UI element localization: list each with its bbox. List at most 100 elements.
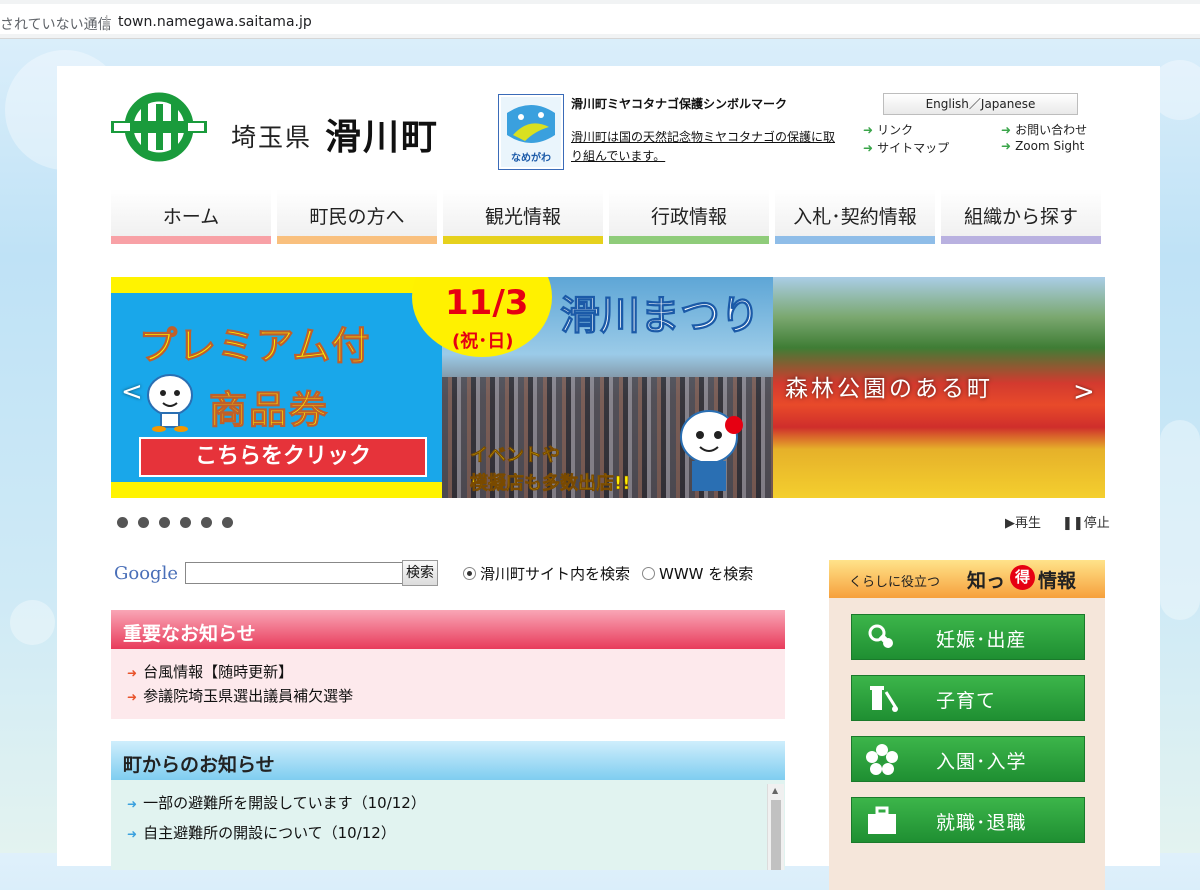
scroll-thumb[interactable] xyxy=(771,800,781,870)
notice-text: 自主避難所の開設について（10/12） xyxy=(143,824,396,842)
green-arrow-icon: ➜ xyxy=(863,141,874,155)
pacifier-icon xyxy=(868,624,893,648)
symbol-logo-text: なめがわ xyxy=(511,151,551,164)
url-text[interactable]: town.namegawa.saitama.jp xyxy=(118,14,312,30)
briefcase-icon xyxy=(868,806,896,834)
notice-item[interactable]: ➜ 自主避難所の開設について（10/12） xyxy=(127,822,396,843)
sitemap-label: サイトマップ xyxy=(877,141,950,155)
radio-www-label: WWW を検索 xyxy=(659,565,754,583)
festival-dow: (祝･日) xyxy=(452,331,514,352)
contact-nav-item[interactable]: ➜ お問い合わせ xyxy=(1001,121,1087,138)
slider-dot[interactable] xyxy=(138,517,149,528)
town-notices-list[interactable]: ➜ 一部の避難所を開設しています（10/12） ➜ 自主避難所の開設について（10/… xyxy=(111,780,785,870)
bg-bubble xyxy=(1160,420,1200,620)
employment-button[interactable]: 就職･退職 xyxy=(851,797,1085,843)
red-arrow-icon: ➜ xyxy=(127,666,138,680)
security-indicator[interactable]: されていない通信 xyxy=(0,14,112,34)
slider-dot[interactable] xyxy=(117,517,128,528)
nav-color-bar xyxy=(277,236,437,244)
life-info-pre: くらしに役立つ xyxy=(849,575,941,590)
nav-color-bar xyxy=(443,236,603,244)
scroll-up-icon[interactable]: ▲ xyxy=(772,786,778,795)
life-info-toku-badge: 得 xyxy=(1010,565,1035,590)
zoom-sight-nav-item[interactable]: ➜ Zoom Sight xyxy=(1001,139,1084,153)
festival-date: 11/3 xyxy=(445,283,529,323)
nav-tourism-label: 観光情報 xyxy=(484,206,561,228)
google-logo: Google xyxy=(114,563,178,584)
page-container: 埼玉県 滑川町 なめがわ 滑川町ミヤコタナゴ保護シンボルマーク 滑川町は国の天然… xyxy=(57,66,1160,890)
nav-organization[interactable]: 組織から探す xyxy=(941,189,1101,244)
search-button[interactable]: 検索 xyxy=(402,560,438,586)
town-name[interactable]: 滑川町 xyxy=(325,108,439,160)
notice-text: 参議院埼玉県選出議員補欠選挙 xyxy=(143,687,354,705)
link-label: リンク xyxy=(877,123,914,137)
nav-color-bar xyxy=(609,236,769,244)
slider-play-button[interactable]: ▶再生 xyxy=(1005,512,1041,531)
notice-item[interactable]: ➜ 参議院埼玉県選出議員補欠選挙 xyxy=(127,685,353,706)
life-info-joho: 情報 xyxy=(1038,570,1077,592)
radio-site-label: 滑川町サイト内を検索 xyxy=(480,565,631,583)
slider-stop-button[interactable]: ❚❚停止 xyxy=(1062,512,1110,531)
town-notices-header: 町からのお知らせ xyxy=(111,741,785,780)
festival-sub2: 模擬店も多数出店!! xyxy=(470,473,631,495)
important-notices-header: 重要なお知らせ xyxy=(111,610,785,649)
nav-bidding[interactable]: 入札･契約情報 xyxy=(775,189,935,244)
festival-title: 滑川まつり xyxy=(560,293,761,340)
notice-item[interactable]: ➜ 台風情報【随時更新】 xyxy=(127,661,293,682)
pregnancy-birth-button[interactable]: 妊娠･出産 xyxy=(851,614,1085,660)
childcare-button[interactable]: 子育て xyxy=(851,675,1085,721)
slider-dot[interactable] xyxy=(180,517,191,528)
voucher-click-button[interactable]: こちらをクリック xyxy=(139,437,427,477)
address-divider: | xyxy=(104,12,110,31)
important-notices-list: ➜ 台風情報【随時更新】 ➜ 参議院埼玉県選出議員補欠選挙 xyxy=(111,649,785,719)
nav-administration-label: 行政情報 xyxy=(650,206,727,228)
nav-residents[interactable]: 町民の方へ xyxy=(277,189,437,244)
miyakotanago-symbol-icon[interactable]: なめがわ xyxy=(498,94,564,170)
slider-dot[interactable] xyxy=(222,517,233,528)
festival-sub1: イベントや xyxy=(470,445,561,467)
radio-unselected-icon xyxy=(642,567,655,580)
slide-namegawa-festival[interactable]: 11/3 (祝･日) 滑川まつり イベントや 模擬店も多数出店!! xyxy=(412,277,773,498)
notice-item[interactable]: ➜ 一部の避難所を開設しています（10/12） xyxy=(127,792,426,813)
childcare-label: 子育て xyxy=(936,690,997,712)
pregnancy-birth-label: 妊娠･出産 xyxy=(936,629,1027,651)
site-search-input[interactable] xyxy=(185,562,403,584)
language-toggle-button[interactable]: English／Japanese xyxy=(883,93,1078,115)
nav-residents-label: 町民の方へ xyxy=(309,206,405,228)
nav-bidding-label: 入札･契約情報 xyxy=(793,206,917,228)
link-nav-item[interactable]: ➜ リンク xyxy=(863,121,913,138)
notice-text: 一部の避難所を開設しています（10/12） xyxy=(143,794,426,812)
slider-dot[interactable] xyxy=(159,517,170,528)
green-arrow-icon: ➜ xyxy=(863,123,874,137)
mascot-icon xyxy=(147,374,193,432)
slider-dots xyxy=(117,513,243,532)
cherry-blossom-icon xyxy=(866,744,898,775)
school-entry-label: 入園･入学 xyxy=(936,751,1027,773)
radio-search-site[interactable]: 滑川町サイト内を検索 xyxy=(463,563,630,584)
address-field[interactable]: されていない通信 | town.namegawa.saitama.jp xyxy=(0,4,1200,34)
town-notices-title: 町からのお知らせ xyxy=(123,754,275,776)
symbol-description-link[interactable]: 滑川町は国の天然記念物ミヤコタナゴの保護に取り組んでいます。 xyxy=(571,128,841,166)
banner-slider[interactable]: プレミアム付 商品券 こちらをクリック 11/3 (祝･日) 滑川まつり イベン… xyxy=(111,277,1105,498)
nav-administration[interactable]: 行政情報 xyxy=(609,189,769,244)
school-entry-button[interactable]: 入園･入学 xyxy=(851,736,1085,782)
slider-prev-arrow[interactable]: < xyxy=(121,377,143,407)
nav-tourism[interactable]: 観光情報 xyxy=(443,189,603,244)
symbol-title: 滑川町ミヤコタナゴ保護シンボルマーク xyxy=(571,97,788,111)
nav-color-bar xyxy=(941,236,1101,244)
sitemap-nav-item[interactable]: ➜ サイトマップ xyxy=(863,139,949,156)
radio-search-www[interactable]: WWW を検索 xyxy=(642,563,753,584)
slider-dot[interactable] xyxy=(201,517,212,528)
town-emblem-icon[interactable] xyxy=(111,92,207,162)
slide-border-bottom xyxy=(111,482,442,498)
slide-premium-voucher[interactable]: プレミアム付 商品券 こちらをクリック xyxy=(111,277,442,498)
slider-next-arrow[interactable]: > xyxy=(1073,377,1095,407)
slide-border-top xyxy=(111,277,442,293)
slide-forest-park[interactable]: 森林公園のある町 xyxy=(773,277,1105,498)
nav-home[interactable]: ホーム xyxy=(111,189,271,244)
life-info-shiru: 知っ xyxy=(967,570,1006,592)
nav-home-label: ホーム xyxy=(162,206,220,228)
important-notices-title: 重要なお知らせ xyxy=(123,623,256,645)
notices-scrollbar[interactable]: ▲ xyxy=(767,784,784,870)
employment-label: 就職･退職 xyxy=(936,812,1027,834)
